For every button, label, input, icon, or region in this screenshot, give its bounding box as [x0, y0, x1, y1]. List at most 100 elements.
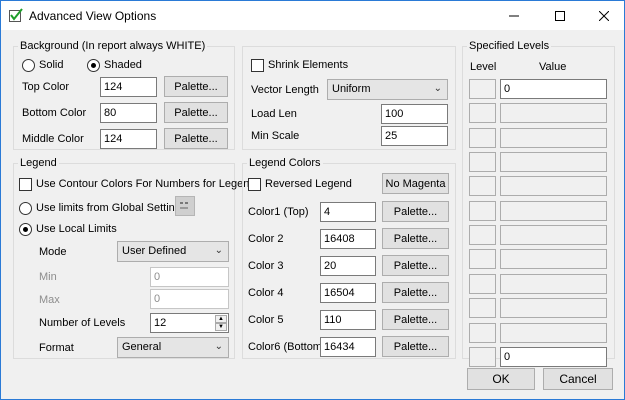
- level-column-header: Level: [470, 61, 497, 73]
- mode-select[interactable]: User Defined ⌄: [117, 241, 229, 262]
- level-cell[interactable]: [469, 274, 496, 294]
- vector-length-value: Uniform: [332, 83, 371, 95]
- shaded-label: Shaded: [104, 59, 142, 71]
- legend-group-label: Legend: [18, 157, 59, 169]
- min-field[interactable]: 0: [150, 267, 229, 287]
- level-value-field[interactable]: [500, 128, 607, 148]
- middle-color-label: Middle Color: [22, 133, 84, 145]
- level-value-field[interactable]: [500, 152, 607, 172]
- contour-colors-checkbox[interactable]: [19, 178, 32, 191]
- color-5-palette-button[interactable]: Palette...: [382, 309, 449, 330]
- max-label: Max: [39, 294, 60, 306]
- solid-label: Solid: [39, 59, 64, 71]
- color-3-palette-button[interactable]: Palette...: [382, 255, 449, 276]
- level-cell[interactable]: [469, 347, 496, 367]
- reversed-legend-checkbox[interactable]: [248, 178, 261, 191]
- level-cell[interactable]: [469, 323, 496, 343]
- level-cell[interactable]: [469, 103, 496, 123]
- contour-colors-label: Use Contour Colors For Numbers for Legen…: [36, 178, 256, 190]
- color-2-palette-button[interactable]: Palette...: [382, 228, 449, 249]
- level-cell[interactable]: [469, 225, 496, 245]
- color-1-palette-button[interactable]: Palette...: [382, 201, 449, 222]
- color-4-label: Color 4: [248, 287, 284, 299]
- dialog-window: Advanced View Options Background (In rep…: [0, 0, 625, 400]
- level-value-field[interactable]: 0: [500, 79, 607, 99]
- ok-button[interactable]: OK: [467, 368, 535, 390]
- format-select[interactable]: General ⌄: [117, 337, 229, 358]
- format-value: General: [122, 341, 162, 353]
- bottom-color-field[interactable]: 80: [100, 103, 157, 123]
- legend-colors-group-label: Legend Colors: [247, 157, 323, 169]
- middle-color-palette-button[interactable]: Palette...: [164, 128, 228, 149]
- color-1-field[interactable]: 4: [320, 202, 376, 222]
- max-field[interactable]: 0: [150, 289, 229, 309]
- min-scale-field[interactable]: 25: [381, 126, 448, 146]
- solid-radio[interactable]: [22, 59, 35, 72]
- top-color-label: Top Color: [22, 81, 70, 93]
- color-5-label: Color 5: [248, 314, 284, 326]
- close-button[interactable]: [582, 1, 625, 30]
- spin-up-icon[interactable]: ▲: [215, 315, 227, 323]
- middle-color-field[interactable]: 124: [100, 129, 157, 149]
- level-cell[interactable]: [469, 79, 496, 99]
- level-value-field[interactable]: [500, 298, 607, 318]
- level-cell[interactable]: [469, 249, 496, 269]
- level-cell[interactable]: [469, 152, 496, 172]
- maximize-button[interactable]: [538, 1, 582, 30]
- level-cell[interactable]: [469, 176, 496, 196]
- close-icon: [599, 10, 609, 21]
- level-cell[interactable]: [469, 201, 496, 221]
- top-color-field[interactable]: 124: [100, 77, 157, 97]
- level-value-field[interactable]: [500, 323, 607, 343]
- check-icon: [9, 8, 23, 22]
- color-6-palette-button[interactable]: Palette...: [382, 336, 449, 357]
- no-magenta-button[interactable]: No Magenta: [382, 173, 449, 194]
- value-column-header: Value: [539, 61, 567, 73]
- level-value-field[interactable]: [500, 176, 607, 196]
- top-color-palette-button[interactable]: Palette...: [164, 76, 228, 97]
- color-6-field[interactable]: 16434: [320, 337, 376, 357]
- global-limits-radio[interactable]: [19, 202, 32, 215]
- level-cell[interactable]: [469, 128, 496, 148]
- background-group-label: Background (In report always WHITE): [18, 40, 208, 52]
- shrink-elements-checkbox[interactable]: [251, 59, 264, 72]
- color-2-field[interactable]: 16408: [320, 229, 376, 249]
- bottom-color-label: Bottom Color: [22, 107, 87, 119]
- spin-down-icon[interactable]: ▼: [215, 323, 227, 331]
- color-3-label: Color 3: [248, 260, 284, 272]
- load-len-label: Load Len: [251, 108, 297, 120]
- min-label: Min: [39, 271, 57, 283]
- level-cell[interactable]: [469, 298, 496, 318]
- cancel-button[interactable]: Cancel: [543, 368, 613, 390]
- level-value-field[interactable]: [500, 201, 607, 221]
- level-value-field[interactable]: [500, 249, 607, 269]
- color-5-field[interactable]: 110: [320, 310, 376, 330]
- color-1-label: Color1 (Top): [248, 206, 309, 218]
- color-4-field[interactable]: 16504: [320, 283, 376, 303]
- level-value-field[interactable]: [500, 103, 607, 123]
- local-limits-radio[interactable]: [19, 223, 32, 236]
- color-4-palette-button[interactable]: Palette...: [382, 282, 449, 303]
- shaded-radio[interactable]: [87, 59, 100, 72]
- minimize-button[interactable]: [492, 1, 536, 30]
- mode-value: User Defined: [122, 245, 187, 257]
- title-bar[interactable]: Advanced View Options: [1, 1, 624, 30]
- min-scale-label: Min Scale: [251, 130, 300, 142]
- settings-icon: [180, 202, 188, 209]
- number-of-levels-stepper[interactable]: 12 ▲ ▼: [150, 313, 229, 333]
- bottom-color-palette-button[interactable]: Palette...: [164, 102, 228, 123]
- color-3-field[interactable]: 20: [320, 256, 376, 276]
- format-label: Format: [39, 342, 74, 354]
- load-len-field[interactable]: 100: [381, 104, 448, 124]
- global-settings-button[interactable]: [175, 196, 195, 216]
- level-value-field[interactable]: [500, 274, 607, 294]
- vector-length-label: Vector Length: [251, 84, 319, 96]
- mode-label: Mode: [39, 246, 67, 258]
- global-limits-label: Use limits from Global Settings: [36, 202, 187, 214]
- vector-length-select[interactable]: Uniform ⌄: [327, 79, 448, 100]
- reversed-legend-label: Reversed Legend: [265, 178, 352, 190]
- number-of-levels-label: Number of Levels: [39, 317, 126, 329]
- level-value-field[interactable]: [500, 225, 607, 245]
- level-value-field[interactable]: 0: [500, 347, 607, 367]
- maximize-icon: [555, 10, 565, 21]
